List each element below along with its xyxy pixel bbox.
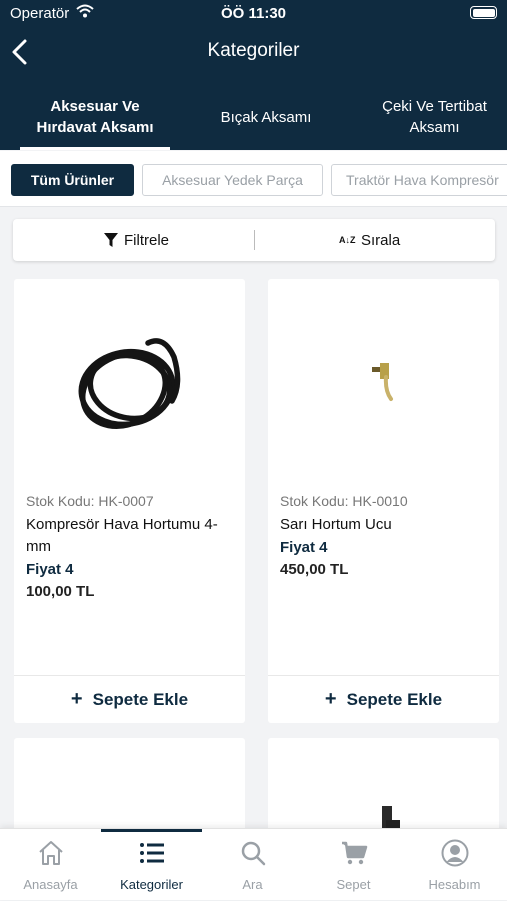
chip-traktor-hava-kompresor[interactable]: Traktör Hava Kompresör xyxy=(331,164,507,196)
nav-sepet[interactable]: Sepet xyxy=(303,829,404,901)
filter-button[interactable]: Filtrele xyxy=(103,219,169,261)
product-card[interactable] xyxy=(268,738,499,838)
nav-label: Anasayfa xyxy=(23,877,78,892)
bottom-tab-bar: Anasayfa Kategoriler Ara Sepet Hesabım xyxy=(0,828,507,900)
add-to-cart-button[interactable]: + Sepete Ekle xyxy=(14,675,245,723)
hose-image-icon xyxy=(78,338,181,429)
chip-aksesuar-yedek-parca[interactable]: Aksesuar Yedek Parça xyxy=(142,164,323,196)
nav-ara[interactable]: Ara xyxy=(202,829,303,901)
sort-az-icon: A↓Z xyxy=(339,234,356,245)
tab-label: Bıçak Aksamı xyxy=(220,108,312,126)
add-to-cart-label: Sepete Ekle xyxy=(92,689,189,709)
cart-icon xyxy=(342,841,368,865)
product-name[interactable]: Kompresör Hava Hortumu 4-mm xyxy=(26,514,236,558)
home-icon xyxy=(39,841,63,865)
nav-anasayfa[interactable]: Anasayfa xyxy=(0,829,101,901)
filter-sort-bar: Filtrele A↓Z Sırala xyxy=(13,219,495,261)
nav-label: Ara xyxy=(242,877,263,892)
tab-ceki-tertibat[interactable]: Çeki Ve Tertibat Aksamı xyxy=(362,84,507,150)
product-image xyxy=(382,806,400,828)
plus-icon: + xyxy=(70,688,83,710)
sort-label: Sırala xyxy=(361,231,401,249)
account-icon xyxy=(441,839,469,867)
tab-bicak-aksami[interactable]: Bıçak Aksamı xyxy=(200,84,332,150)
product-card[interactable]: Stok Kodu: HK-0007 Kompresör Hava Hortum… xyxy=(14,279,245,723)
nav-label: Hesabım xyxy=(428,877,481,892)
tab-label: Aksesuar Ve Hırdavat Aksamı xyxy=(36,98,154,136)
list-icon xyxy=(140,843,164,863)
app-header: Operatör ÖÖ 11:30 Kategoriler Aksesuar V… xyxy=(0,0,507,150)
product-card[interactable] xyxy=(14,738,245,838)
product-name[interactable]: Sarı Hortum Ucu xyxy=(280,514,490,536)
tab-aksesuar-hirdavat[interactable]: Aksesuar Ve Hırdavat Aksamı xyxy=(20,84,170,150)
clock: ÖÖ 11:30 xyxy=(220,5,287,22)
nav-kategoriler[interactable]: Kategoriler xyxy=(101,829,202,901)
nav-label: Sepet xyxy=(336,877,371,892)
battery-icon xyxy=(470,6,497,19)
plus-icon: + xyxy=(324,688,337,710)
hose-tip-image-icon xyxy=(372,363,393,401)
price-label: Fiyat 4 xyxy=(280,539,328,556)
filter-label: Filtrele xyxy=(124,231,170,249)
tab-label: Çeki Ve Tertibat Aksamı xyxy=(382,98,487,136)
add-to-cart-button[interactable]: + Sepete Ekle xyxy=(268,675,499,723)
status-bar: Operatör ÖÖ 11:30 xyxy=(0,0,507,28)
nav-hesabim[interactable]: Hesabım xyxy=(404,829,505,901)
category-tabs: Aksesuar Ve Hırdavat Aksamı Bıçak Aksamı … xyxy=(0,84,507,150)
subcategory-chips: Tüm Ürünler Aksesuar Yedek Parça Traktör… xyxy=(0,151,507,207)
price-label: Fiyat 4 xyxy=(26,561,74,578)
nav-label: Kategoriler xyxy=(120,877,183,892)
product-price: 450,00 TL xyxy=(280,561,349,578)
add-to-cart-label: Sepete Ekle xyxy=(346,689,443,709)
filter-icon xyxy=(104,233,118,247)
product-price: 100,00 TL xyxy=(26,583,95,600)
search-icon xyxy=(241,841,266,866)
product-card[interactable]: Stok Kodu: HK-0010 Sarı Hortum Ucu Fiyat… xyxy=(268,279,499,723)
toolbar-divider xyxy=(254,230,255,250)
product-sku: Stok Kodu: HK-0007 xyxy=(26,493,154,509)
sort-button[interactable]: A↓Z Sırala xyxy=(339,219,400,261)
page-title: Kategoriler xyxy=(207,40,300,61)
chip-all-products[interactable]: Tüm Ürünler xyxy=(11,164,134,196)
product-sku: Stok Kodu: HK-0010 xyxy=(280,493,408,509)
